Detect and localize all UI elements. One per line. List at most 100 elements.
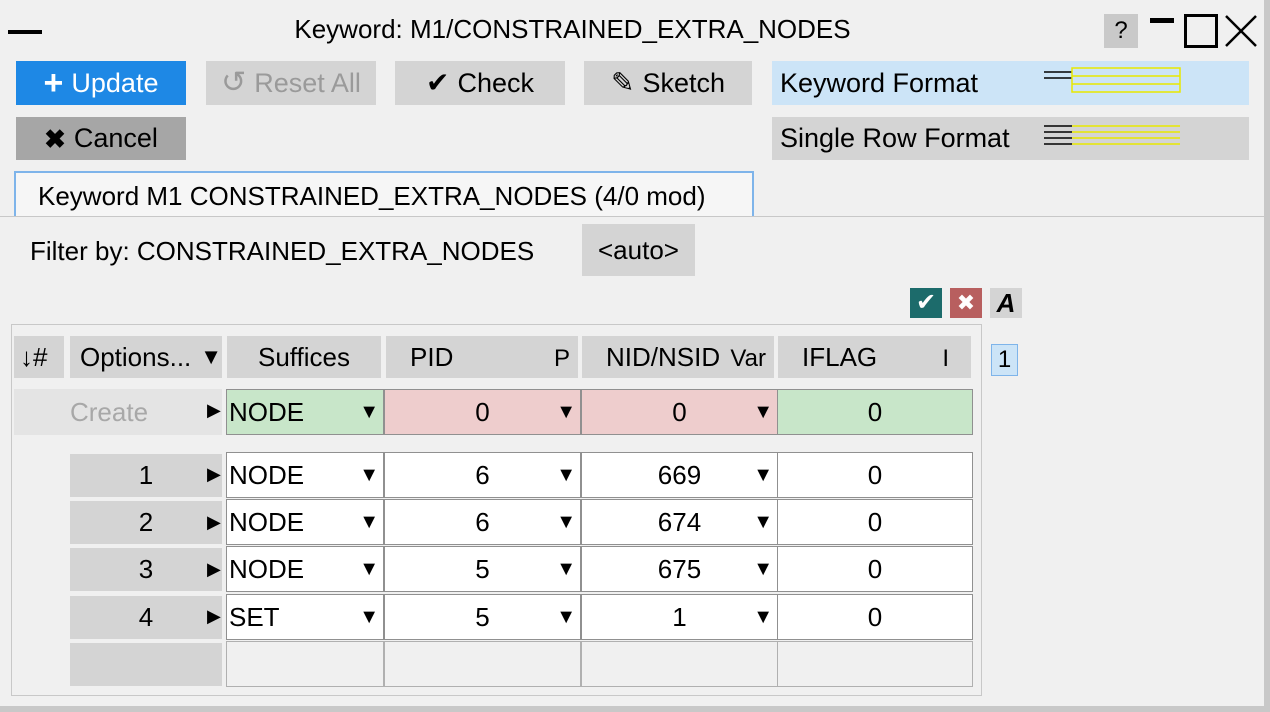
iflag-field[interactable]: 0	[777, 546, 973, 592]
nid-field[interactable]: 674 ▼	[581, 499, 778, 545]
row-number[interactable]: 1	[70, 454, 222, 497]
suffices-header[interactable]: Suffices	[227, 336, 381, 378]
nid-value: 669	[657, 459, 702, 490]
single-row-format-icon	[1044, 125, 1180, 145]
dropdown-arrow-icon: ▼	[359, 605, 379, 628]
nid-header[interactable]: NID/NSID Var	[582, 336, 774, 378]
nid-field[interactable]: 669 ▼	[581, 452, 778, 498]
page-number[interactable]: 1	[991, 344, 1018, 376]
options-header[interactable]: Options... ▼	[70, 336, 222, 378]
iflag-value: 0	[867, 553, 883, 584]
cancel-label: Cancel	[73, 123, 158, 153]
x-icon: ✖	[44, 123, 66, 154]
row-number[interactable]: 4	[70, 596, 222, 639]
nid-value: 674	[657, 506, 702, 537]
empty-row-label[interactable]	[70, 643, 222, 686]
row-number[interactable]: 2	[70, 501, 222, 544]
tab-keyword[interactable]: Keyword M1 CONSTRAINED_EXTRA_NODES (4/0 …	[14, 171, 754, 217]
sketch-label: Sketch	[642, 67, 725, 98]
nid-field[interactable]: 675 ▼	[581, 546, 778, 592]
pid-field[interactable]: 6 ▼	[384, 452, 581, 498]
create-pid-value: 0	[475, 396, 490, 427]
dropdown-arrow-icon: ▼	[556, 510, 576, 533]
iflag-label: IFLAG	[802, 342, 878, 372]
dropdown-arrow-icon: ▼	[556, 463, 576, 486]
dropdown-arrow-icon: ▼	[359, 463, 379, 486]
accept-icon[interactable]: ✔	[910, 288, 942, 318]
row-arrow-icon[interactable]: ▶	[207, 606, 221, 627]
empty-cell[interactable]	[226, 641, 384, 687]
pid-value: 6	[475, 506, 490, 537]
reject-icon[interactable]: ✖	[950, 288, 982, 318]
dropdown-arrow-icon: ▼	[556, 400, 576, 423]
dropdown-arrow-icon: ▼	[556, 557, 576, 580]
pid-sub-label: P	[553, 345, 570, 372]
window-border	[0, 706, 1270, 712]
plus-icon: +	[43, 64, 64, 102]
row-arrow-icon[interactable]: ▶	[207, 400, 221, 421]
create-nid-field[interactable]: 0 ▼	[581, 389, 778, 435]
iflag-field[interactable]: 0	[777, 594, 973, 640]
dropdown-arrow-icon: ▼	[753, 605, 773, 628]
nid-value: 675	[657, 553, 702, 584]
create-suffix-value: NODE	[229, 396, 305, 427]
iflag-header[interactable]: IFLAG I	[778, 336, 971, 378]
dropdown-arrow-icon: ▼	[753, 463, 773, 486]
create-nid-value: 0	[672, 396, 687, 427]
close-icon[interactable]	[1224, 14, 1258, 48]
pid-label: PID	[410, 342, 454, 372]
options-label: Options...	[80, 342, 192, 372]
keyword-format-button[interactable]: Keyword Format	[772, 61, 1249, 105]
pid-field[interactable]: 6 ▼	[384, 499, 581, 545]
row-arrow-icon[interactable]: ▶	[207, 559, 221, 580]
create-pid-field[interactable]: 0 ▼	[384, 389, 581, 435]
create-iflag-field[interactable]: 0	[777, 389, 973, 435]
undo-icon: ↺	[221, 66, 247, 99]
pencil-icon: ✎	[610, 67, 635, 98]
update-label: Update	[71, 67, 159, 98]
sketch-button[interactable]: ✎ Sketch	[584, 61, 752, 105]
filter-auto-button[interactable]: <auto>	[582, 224, 695, 276]
single-row-format-button[interactable]: Single Row Format	[772, 117, 1249, 160]
checkmark-icon: ✔	[426, 67, 450, 98]
suffix-select[interactable]: SET ▼	[226, 594, 384, 640]
suffix-select[interactable]: NODE ▼	[226, 452, 384, 498]
dropdown-arrow-icon: ▼	[556, 605, 576, 628]
suffix-select[interactable]: NODE ▼	[226, 499, 384, 545]
sort-header[interactable]: ↓#	[14, 336, 64, 378]
pid-field[interactable]: 5 ▼	[384, 594, 581, 640]
row-arrow-icon[interactable]: ▶	[207, 464, 221, 485]
suffix-value: SET	[229, 601, 280, 632]
minimize-icon[interactable]	[1150, 18, 1174, 23]
create-iflag-value: 0	[867, 396, 883, 427]
pid-field[interactable]: 5 ▼	[384, 546, 581, 592]
nid-value: 1	[672, 601, 687, 632]
empty-cell[interactable]	[777, 641, 973, 687]
update-button[interactable]: + Update	[16, 61, 186, 105]
dropdown-arrow-icon: ▼	[359, 400, 379, 423]
row-arrow-icon[interactable]: ▶	[207, 512, 221, 533]
row-number[interactable]: 3	[70, 548, 222, 591]
empty-cell[interactable]	[581, 641, 778, 687]
help-button[interactable]: ?	[1104, 14, 1138, 48]
empty-cell[interactable]	[384, 641, 581, 687]
single-row-format-label: Single Row Format	[780, 123, 1010, 153]
create-suffix-select[interactable]: NODE ▼	[226, 389, 384, 435]
reset-all-button[interactable]: ↺ Reset All	[206, 61, 376, 105]
filter-label: Filter by: CONSTRAINED_EXTRA_NODES	[30, 236, 535, 266]
pid-value: 6	[475, 459, 490, 490]
keyword-format-label: Keyword Format	[780, 67, 979, 98]
font-toggle-button[interactable]: A	[990, 288, 1022, 318]
check-button[interactable]: ✔ Check	[395, 61, 565, 105]
reset-all-label: Reset All	[254, 67, 361, 98]
iflag-value: 0	[867, 601, 883, 632]
maximize-icon[interactable]	[1184, 14, 1218, 48]
iflag-field[interactable]: 0	[777, 452, 973, 498]
suffix-select[interactable]: NODE ▼	[226, 546, 384, 592]
nid-field[interactable]: 1 ▼	[581, 594, 778, 640]
pid-value: 5	[475, 601, 490, 632]
cancel-button[interactable]: ✖ Cancel	[16, 117, 186, 160]
pid-header[interactable]: PID P	[386, 336, 578, 378]
create-row-label: Create	[14, 389, 222, 435]
iflag-field[interactable]: 0	[777, 499, 973, 545]
